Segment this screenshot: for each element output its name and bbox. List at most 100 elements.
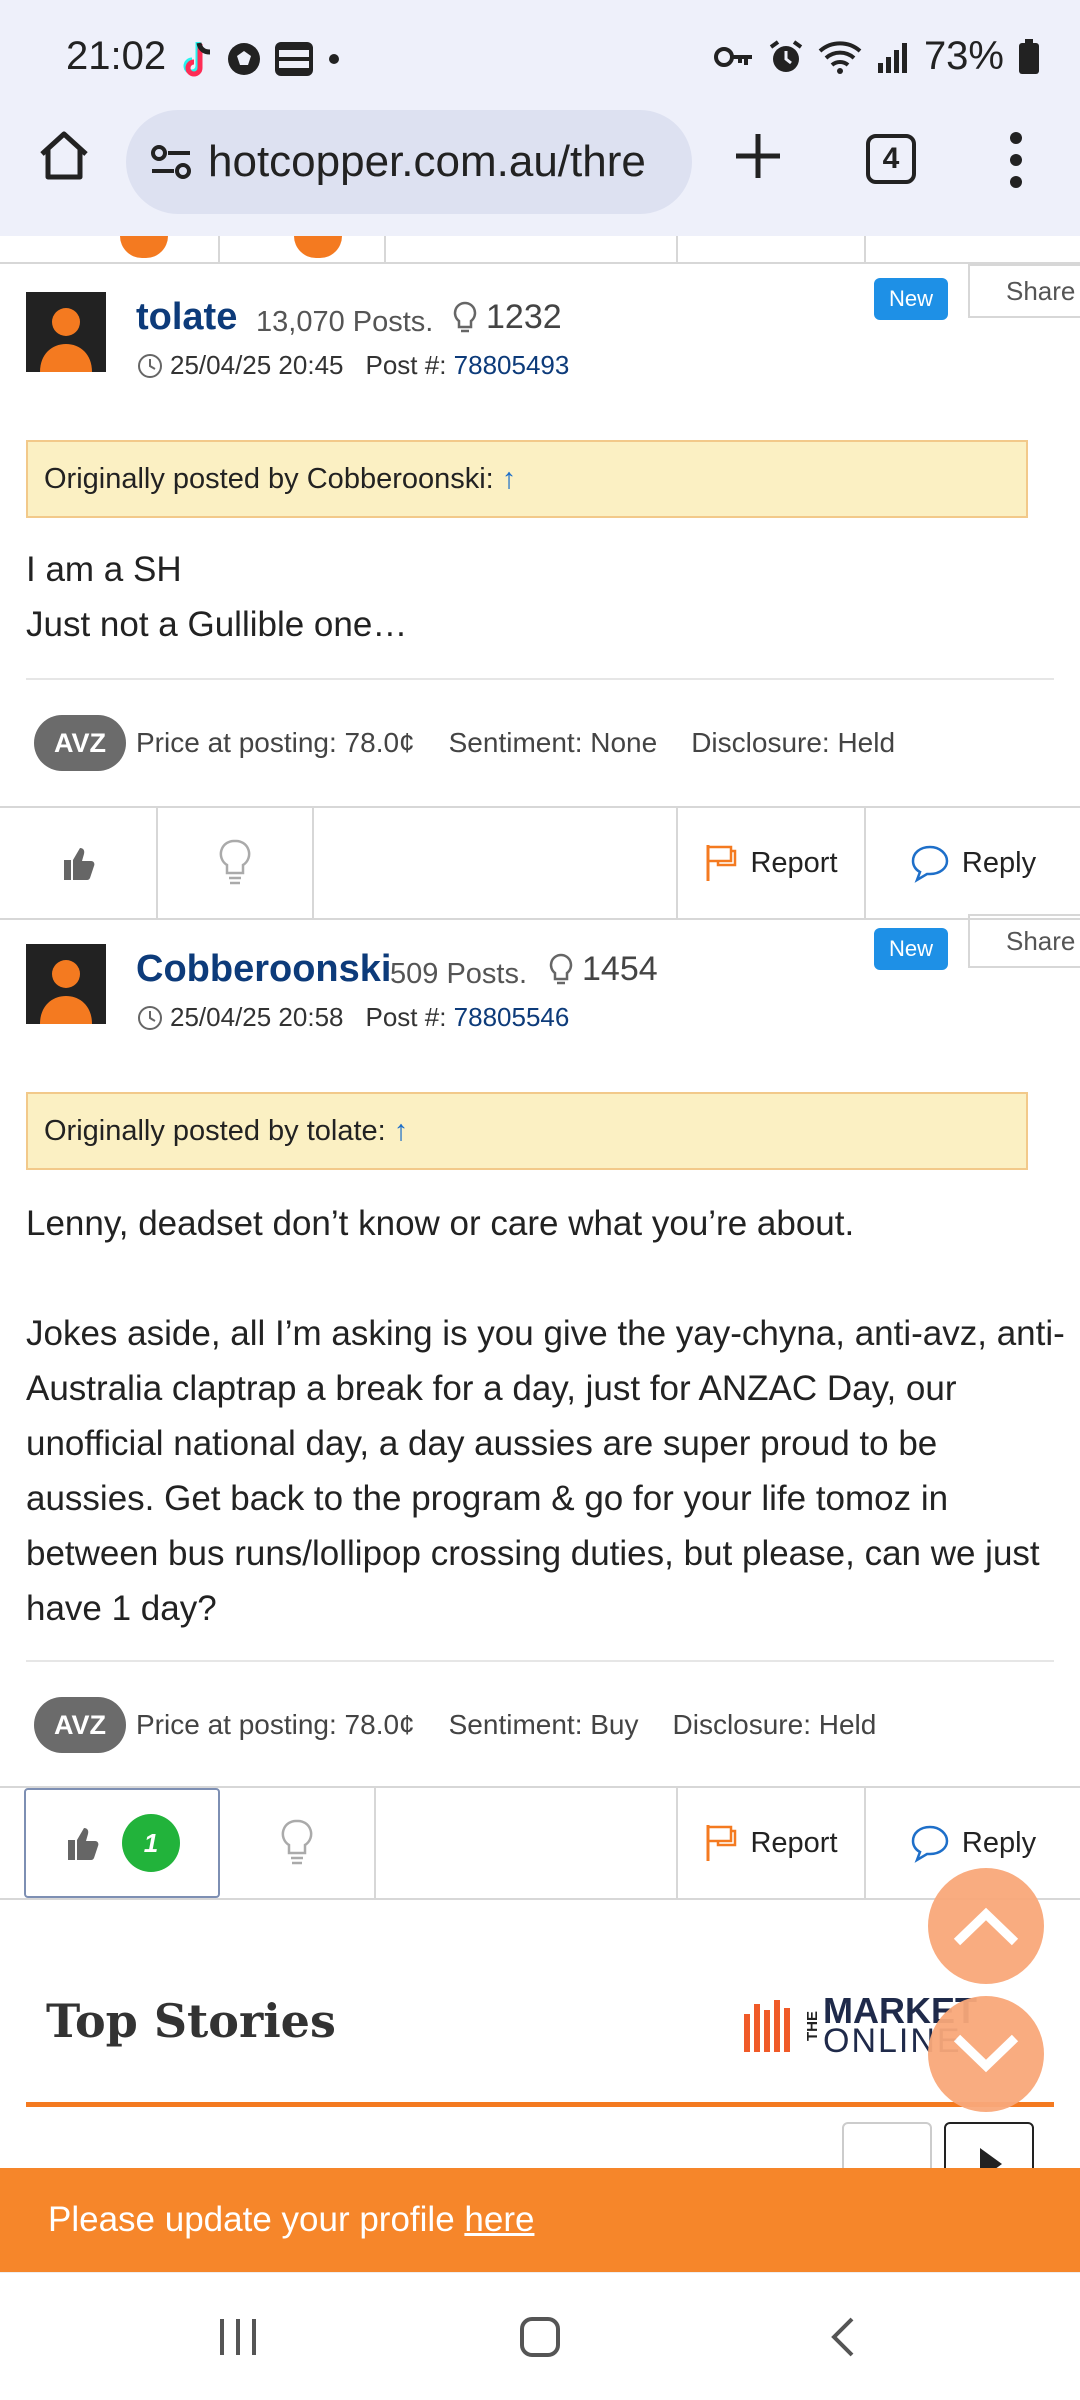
quote-prefix: Originally posted by tolate: (44, 1115, 386, 1147)
clock-icon (138, 1005, 162, 1030)
top-stories-rule (26, 2102, 1054, 2107)
browser-chrome: 21:02 73% hotcopper.com.au/thre 4 (0, 0, 1080, 236)
back-icon[interactable] (822, 2315, 866, 2359)
quote-prefix: Originally posted by Cobberoonski: (44, 463, 494, 495)
status-time: 21:02 (66, 34, 167, 78)
previous-idea-circle (294, 236, 342, 258)
flag-icon (706, 845, 737, 881)
quote-link-arrow[interactable]: ↑ (502, 463, 517, 495)
url-bar[interactable]: hotcopper.com.au/thre (126, 110, 692, 214)
more-icon[interactable] (1004, 130, 1028, 190)
update-profile-banner: Please update your profile here (0, 2168, 1080, 2272)
reply-button[interactable]: Reply (866, 808, 1080, 918)
post-number-label: Post #: (365, 1002, 447, 1032)
tab-switcher-button[interactable]: 4 (866, 134, 916, 184)
plus-icon[interactable] (730, 128, 786, 184)
sentiment: Sentiment: None (448, 727, 658, 758)
recent-apps-icon[interactable] (216, 2315, 260, 2359)
market-bars-icon (744, 2000, 790, 2052)
chevron-up-icon (953, 1907, 1019, 1946)
tiktok-icon (183, 42, 211, 77)
post-meta: 25/04/25 20:58 Post #: 78805546 (136, 1002, 569, 1033)
home-nav-icon[interactable] (518, 2315, 562, 2359)
lightbulb-icon (219, 839, 251, 885)
author-name[interactable]: Cobberoonski (136, 948, 391, 991)
reply-bubble-icon (911, 845, 949, 883)
lightbulb-icon (549, 953, 573, 984)
battery-percent: 73% (923, 34, 1004, 78)
banner-text: Please update your profile (48, 2200, 465, 2239)
avatar[interactable] (26, 292, 106, 372)
user-silhouette-icon (40, 308, 92, 372)
clock-icon (138, 353, 162, 378)
ticker-badge[interactable]: AVZ (34, 1697, 126, 1753)
logo-the: THE (804, 2011, 821, 2041)
post-number-link[interactable]: 78805493 (454, 350, 570, 380)
chevron-down-icon (953, 2034, 1019, 2073)
avatar[interactable] (26, 944, 106, 1024)
new-badge: New (874, 928, 948, 970)
price-at-posting: Price at posting: 78.0¢ (136, 727, 415, 758)
report-button[interactable]: Report (678, 808, 866, 918)
report-label: Report (750, 846, 838, 879)
signal-icon (877, 42, 907, 73)
lightbulb-icon (281, 1819, 313, 1865)
post-info-row: AVZ Price at posting: 78.0¢ Sentiment: B… (34, 1697, 876, 1753)
post-date: 25/04/25 20:58 (170, 1002, 344, 1032)
reply-bubble-icon (911, 1825, 949, 1863)
status-notification-icons (180, 40, 342, 78)
report-label: Report (750, 1826, 838, 1859)
banner-here-link[interactable]: here (464, 2200, 534, 2239)
post-body: I am a SH Just not a Gullible one… (26, 550, 408, 644)
thumbs-up-button[interactable] (0, 808, 158, 918)
post-action-bar: 1 Report Reply (0, 1786, 1080, 1900)
likes-count: 1454 (548, 950, 658, 989)
post-body: Lenny, deadset don’t know or care what y… (26, 1204, 1065, 1628)
alarm-icon (769, 39, 803, 72)
likes-value: 1454 (582, 950, 658, 988)
settings-sliders-icon[interactable] (150, 144, 192, 180)
url-text[interactable]: hotcopper.com.au/thre (208, 137, 646, 187)
user-silhouette-icon (40, 960, 92, 1024)
price-at-posting: Price at posting: 78.0¢ (136, 1709, 415, 1740)
empty-cell (376, 1788, 678, 1898)
idea-button[interactable] (158, 808, 314, 918)
optus-sport-icon (275, 42, 313, 76)
key-icon (713, 46, 752, 67)
quote-link-arrow[interactable]: ↑ (394, 1115, 409, 1147)
author-name[interactable]: tolate (136, 296, 237, 339)
likes-count: 1232 (452, 298, 562, 337)
top-stories-heading: Top Stories (46, 1994, 336, 2048)
thumbs-up-icon (68, 1828, 99, 1860)
battery-icon (1019, 38, 1039, 74)
post-info-row: AVZ Price at posting: 78.0¢ Sentiment: N… (34, 715, 895, 771)
report-button[interactable]: Report (678, 1788, 866, 1898)
status-system-icons: 73% (713, 34, 1040, 79)
home-icon[interactable] (34, 126, 94, 186)
reply-label: Reply (961, 1826, 1037, 1859)
idea-button[interactable] (220, 1788, 376, 1898)
post-action-bar: Report Reply (0, 806, 1080, 920)
post-number-link[interactable]: 78805546 (454, 1002, 570, 1032)
likes-value: 1232 (486, 298, 562, 336)
post-date: 25/04/25 20:45 (170, 350, 344, 380)
scroll-down-button[interactable] (928, 1996, 1044, 2112)
soccer-ball-icon (228, 43, 260, 75)
new-badge: New (874, 278, 948, 320)
flag-icon (706, 1825, 737, 1861)
ticker-badge[interactable]: AVZ (34, 715, 126, 771)
reply-label: Reply (961, 846, 1037, 879)
quote-box: Originally posted by Cobberoonski: ↑ (26, 440, 1028, 518)
share-button[interactable]: Share (968, 264, 1080, 318)
lightbulb-icon (453, 301, 477, 332)
thumbs-up-count: 1 (122, 1814, 180, 1872)
thumbs-up-icon (64, 848, 95, 880)
post-number-label: Post #: (365, 350, 447, 380)
post-count: 509 Posts. (390, 958, 528, 990)
previous-post-action-bar (0, 236, 1080, 264)
quote-box: Originally posted by tolate: ↑ (26, 1092, 1028, 1170)
divider (26, 678, 1054, 680)
thumbs-up-button[interactable]: 1 (24, 1788, 220, 1898)
share-button[interactable]: Share (968, 914, 1080, 968)
scroll-up-button[interactable] (928, 1868, 1044, 1984)
